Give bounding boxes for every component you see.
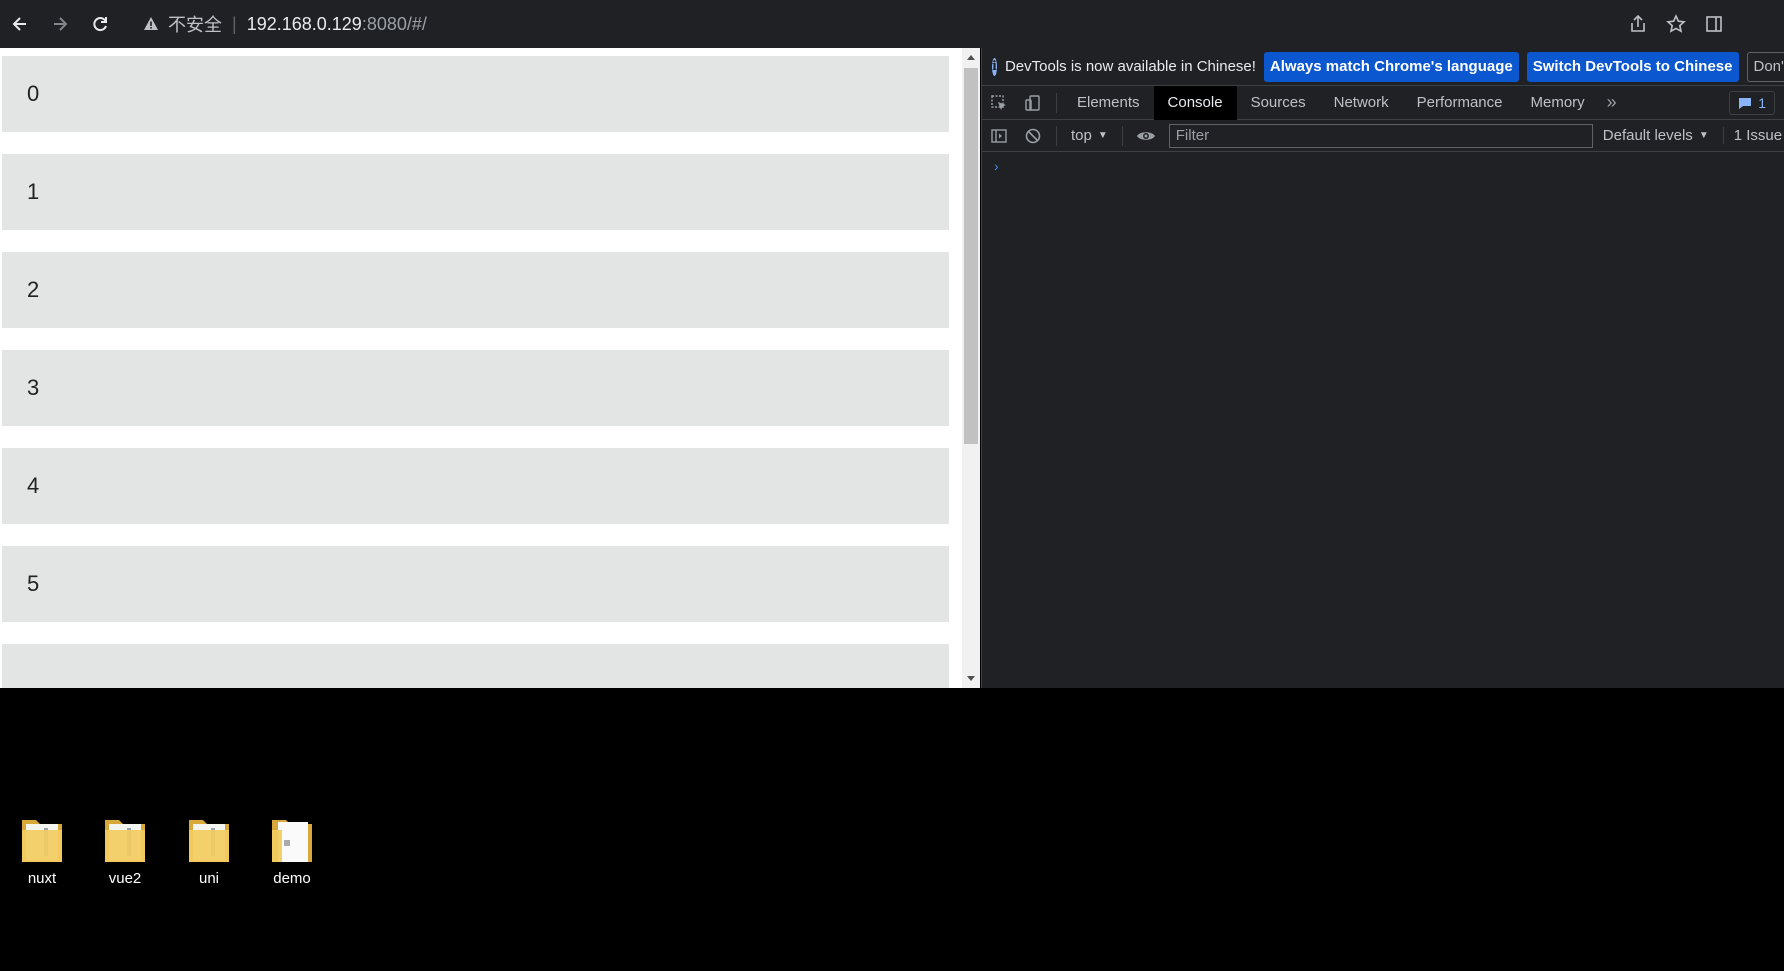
tab-sources[interactable]: Sources xyxy=(1237,86,1320,120)
screen: 不安全 | 192.168.0.129:8080/#/ 0 1 2 3 4 5 xyxy=(0,0,1784,971)
back-button[interactable] xyxy=(0,4,40,44)
list-item[interactable]: 3 xyxy=(2,350,949,426)
devtools-tabbar: Elements Console Sources Network Perform… xyxy=(982,85,1784,120)
omnibox-actions xyxy=(1628,6,1724,42)
tab-elements[interactable]: Elements xyxy=(1063,86,1154,120)
toolbar-divider xyxy=(1056,125,1057,146)
tab-performance[interactable]: Performance xyxy=(1403,86,1517,120)
info-icon: i xyxy=(992,57,997,76)
desktop: nuxt vue2 uni demo xyxy=(0,688,1784,971)
console-toolbar: top ▼ Default levels ▼ 1 Issue xyxy=(982,120,1784,152)
list-item[interactable]: 1 xyxy=(2,154,949,230)
url-host: 192.168.0.129 xyxy=(246,13,362,34)
list-item[interactable]: 5 xyxy=(2,546,949,622)
devtools-panel: i DevTools is now available in Chinese! … xyxy=(981,48,1784,688)
list-item-label: 1 xyxy=(27,179,40,204)
toolbar-divider xyxy=(1056,92,1057,113)
folder-icon xyxy=(105,820,145,862)
side-panel-icon[interactable] xyxy=(1704,14,1724,34)
reload-button[interactable] xyxy=(80,4,120,44)
tab-console[interactable]: Console xyxy=(1153,85,1237,120)
browser-toolbar: 不安全 | 192.168.0.129:8080/#/ xyxy=(0,0,1784,48)
log-levels-label: Default levels xyxy=(1602,127,1693,144)
folder-label: uni xyxy=(198,870,220,887)
sidebar-toggle-icon[interactable] xyxy=(982,119,1016,153)
more-tabs-chevron-icon[interactable]: » xyxy=(1599,92,1625,113)
folder-label: vue2 xyxy=(108,870,142,887)
security-status[interactable]: 不安全 xyxy=(168,11,222,37)
folder-icon xyxy=(272,820,312,862)
list-item[interactable]: 0 xyxy=(2,56,949,132)
dont-show-again-button[interactable]: Don't show again xyxy=(1746,51,1784,82)
reload-icon xyxy=(93,17,107,32)
list-item-label: 2 xyxy=(27,277,40,302)
issues-badge-count: 1 xyxy=(1758,95,1766,111)
arrow-left-icon xyxy=(12,17,26,31)
device-toggle-icon[interactable] xyxy=(1016,86,1050,120)
log-levels-dropdown[interactable]: Default levels ▼ xyxy=(1603,127,1709,144)
scrollbar-thumb[interactable] xyxy=(964,68,978,444)
dropdown-arrow-icon: ▼ xyxy=(1097,130,1108,141)
address-bar[interactable]: 不安全 | 192.168.0.129:8080/#/ xyxy=(128,6,1738,42)
context-label: top xyxy=(1071,127,1092,144)
live-expression-eye-icon[interactable] xyxy=(1129,119,1163,153)
devtools-language-infobar: i DevTools is now available in Chinese! … xyxy=(982,48,1784,86)
list-item-label: 0 xyxy=(27,81,40,106)
console-filter-input[interactable] xyxy=(1168,123,1593,148)
desktop-folder[interactable]: nuxt xyxy=(2,812,82,887)
web-page: 0 1 2 3 4 5 xyxy=(0,48,962,688)
tab-memory[interactable]: Memory xyxy=(1517,86,1599,120)
url-separator: | xyxy=(232,13,237,34)
console-prompt[interactable]: › xyxy=(994,158,999,174)
folder-label: demo xyxy=(273,870,311,887)
clear-console-icon[interactable] xyxy=(1016,119,1050,153)
scroll-down-arrow-icon[interactable] xyxy=(962,670,980,688)
folder-label: nuxt xyxy=(27,870,57,887)
scroll-up-arrow-icon[interactable] xyxy=(962,48,980,66)
page-scrollbar[interactable] xyxy=(962,48,980,688)
bookmark-star-icon[interactable] xyxy=(1666,14,1686,34)
arrow-right-icon xyxy=(54,17,68,31)
always-match-language-button[interactable]: Always match Chrome's language xyxy=(1263,51,1519,82)
list-item-label: 3 xyxy=(27,375,40,400)
list-item[interactable]: 4 xyxy=(2,448,949,524)
infobar-message: DevTools is now available in Chinese! xyxy=(1004,58,1256,75)
list-item[interactable]: 2 xyxy=(2,252,949,328)
switch-to-chinese-button[interactable]: Switch DevTools to Chinese xyxy=(1526,51,1739,82)
list-item-partial[interactable] xyxy=(2,644,949,688)
folder-icon xyxy=(22,820,62,862)
desktop-folder[interactable]: demo xyxy=(252,812,332,887)
desktop-folder[interactable]: uni xyxy=(169,812,249,887)
console-issues-count[interactable]: 1 Issue xyxy=(1722,127,1782,144)
inspect-element-icon[interactable] xyxy=(982,86,1016,120)
list-item-label: 5 xyxy=(27,571,40,596)
desktop-folder[interactable]: vue2 xyxy=(85,812,165,887)
forward-button[interactable] xyxy=(40,4,80,44)
toolbar-divider xyxy=(1121,125,1123,146)
url-path: :8080/#/ xyxy=(361,13,427,34)
share-icon[interactable] xyxy=(1628,14,1648,34)
tab-network[interactable]: Network xyxy=(1320,86,1403,120)
warning-icon xyxy=(142,15,160,33)
dropdown-arrow-icon: ▼ xyxy=(1698,130,1709,141)
message-icon xyxy=(1739,98,1752,109)
list-item-label: 4 xyxy=(27,473,40,498)
folder-icon xyxy=(189,820,229,862)
issues-badge[interactable]: 1 xyxy=(1729,91,1775,115)
context-selector[interactable]: top ▼ xyxy=(1063,127,1116,144)
